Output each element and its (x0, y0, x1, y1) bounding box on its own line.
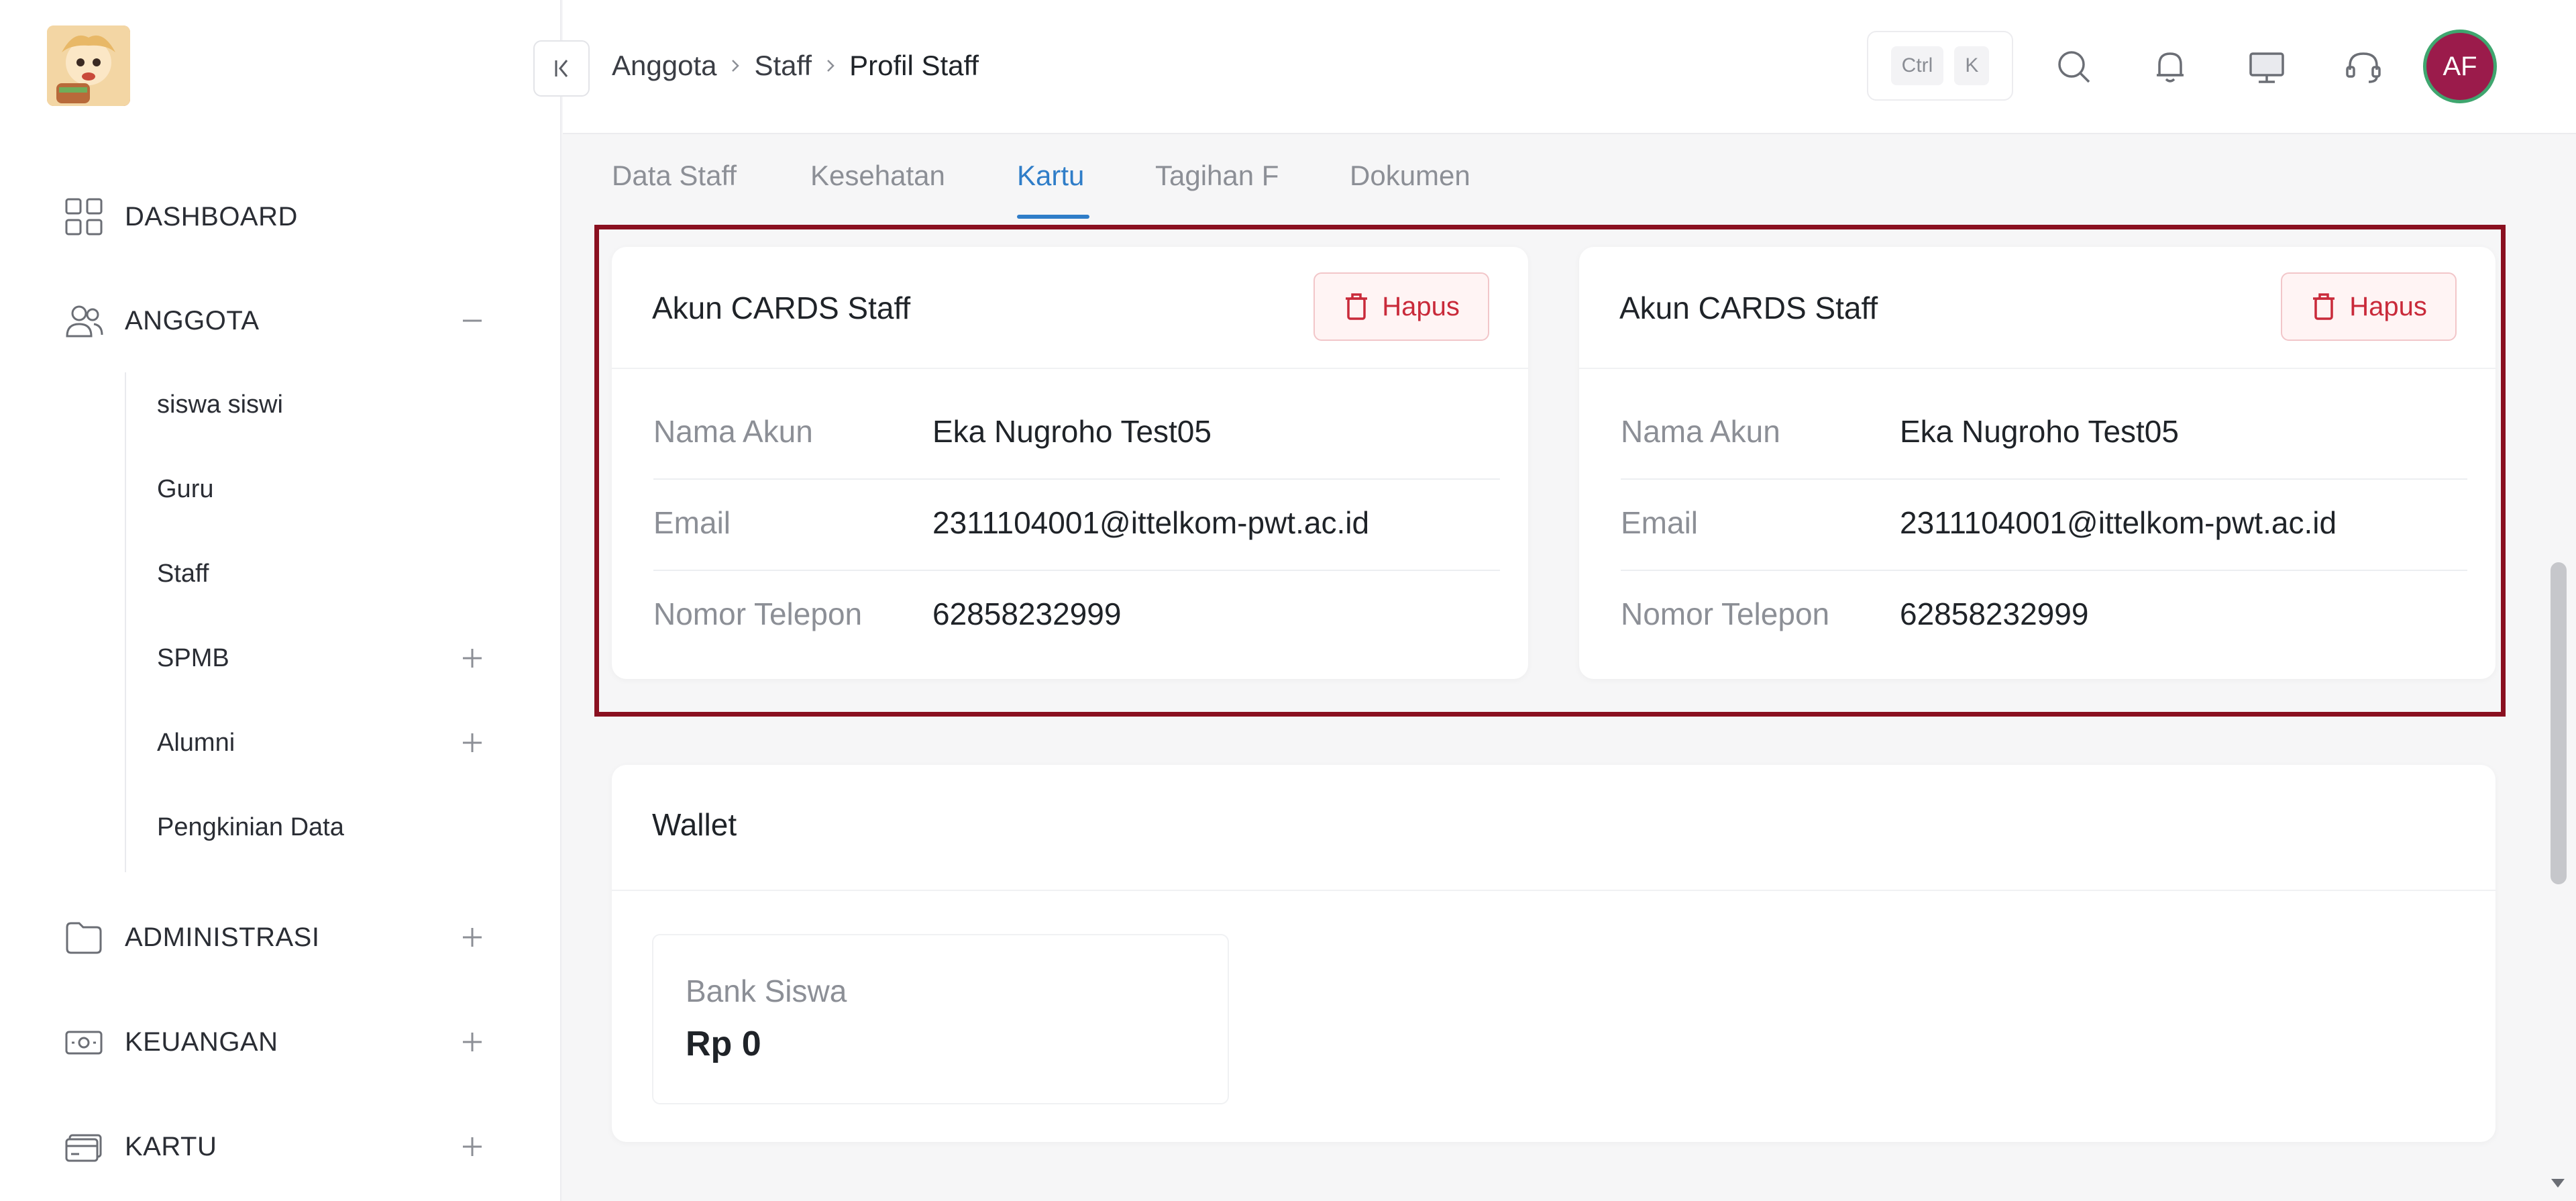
wallet-card: Wallet Bank Siswa Rp 0 (612, 765, 2496, 1142)
tab-dokumen[interactable]: Dokumen (1350, 142, 1470, 209)
sidebar-subitem-guru[interactable]: Guru (0, 456, 561, 523)
sidebar-item-kartu[interactable]: KARTU (0, 1113, 561, 1180)
collapse-left-icon (555, 60, 568, 77)
app-logo[interactable] (47, 25, 130, 106)
sidebar-subitem-spmb[interactable]: SPMB (0, 625, 561, 692)
sidebar-item-label: ANGGOTA (125, 305, 260, 335)
collapse-icon[interactable] (459, 307, 486, 334)
collapse-sidebar-button[interactable] (533, 40, 590, 97)
sidebar-subitem-label: Alumni (157, 728, 235, 757)
money-icon (64, 1023, 103, 1061)
tab-kartu[interactable]: Kartu (1017, 142, 1084, 209)
breadcrumb-profil-staff: Profil Staff (849, 50, 979, 81)
command-palette-shortcut[interactable]: Ctrl K (1867, 31, 2013, 101)
tab-tagihan-f[interactable]: Tagihan F (1155, 142, 1279, 209)
scroll-down-icon[interactable] (2548, 1173, 2568, 1193)
user-avatar[interactable]: AF (2423, 30, 2497, 103)
sidebar-subitem-label: Staff (157, 559, 209, 588)
shortcut-key-ctrl: Ctrl (1890, 46, 1944, 85)
tab-data-staff[interactable]: Data Staff (612, 142, 737, 209)
headset-icon[interactable] (2342, 46, 2385, 89)
sidebar-subitem-staff[interactable]: Staff (0, 540, 561, 607)
sidebar-subitem-pengkinian-data[interactable]: Pengkinian Data (0, 794, 561, 861)
active-tab-indicator (1017, 215, 1089, 219)
expand-icon[interactable] (459, 1029, 486, 1055)
expand-icon[interactable] (459, 645, 486, 672)
expand-icon[interactable] (459, 729, 486, 756)
sidebar-subitem-label: SPMB (157, 643, 229, 672)
grid-icon (64, 197, 103, 236)
sidebar-item-anggota[interactable]: ANGGOTA (0, 287, 561, 354)
bell-icon[interactable] (2149, 46, 2192, 89)
bank-balance-value: Rp 0 (686, 1025, 761, 1063)
card-icon (64, 1127, 103, 1166)
card-header-divider (612, 890, 2496, 891)
sidebar-subitem-label: siswa siswi (157, 390, 283, 419)
expand-icon[interactable] (459, 1133, 486, 1160)
sidebar-item-dashboard[interactable]: DASHBOARD (0, 183, 561, 250)
sidebar: DASHBOARD ANGGOTA siswa siswi Guru Staff… (0, 0, 561, 1201)
sidebar-subitem-siswa-siswi[interactable]: siswa siswi (0, 371, 561, 438)
users-icon (64, 301, 103, 340)
chevron-right-icon (716, 56, 754, 76)
sidebar-item-label: KEUANGAN (125, 1027, 278, 1057)
sidebar-item-administrasi[interactable]: ADMINISTRASI (0, 904, 561, 971)
sidebar-item-keuangan[interactable]: KEUANGAN (0, 1008, 561, 1076)
breadcrumb-anggota[interactable]: Anggota (612, 50, 716, 82)
expand-icon[interactable] (459, 924, 486, 951)
sidebar-subitem-label: Guru (157, 474, 214, 503)
breadcrumb: Anggota Staff Profil Staff (612, 46, 979, 86)
wallet-title: Wallet (652, 807, 737, 842)
search-icon[interactable] (2053, 46, 2096, 89)
chevron-right-icon (812, 56, 849, 76)
breadcrumb-staff[interactable]: Staff (754, 50, 812, 82)
folder-icon (64, 918, 103, 957)
sidebar-item-label: KARTU (125, 1131, 217, 1161)
sidebar-subitem-alumni[interactable]: Alumni (0, 709, 561, 776)
highlight-frame (594, 225, 2506, 717)
sidebar-subitem-label: Pengkinian Data (157, 813, 344, 841)
bank-label: Bank Siswa (686, 974, 847, 1008)
monitor-icon[interactable] (2245, 46, 2288, 89)
bank-balance-box: Bank Siswa Rp 0 (652, 934, 1229, 1104)
tab-kesehatan[interactable]: Kesehatan (810, 142, 945, 209)
sidebar-item-label: DASHBOARD (125, 201, 298, 231)
shortcut-key-k: K (1954, 46, 1990, 85)
scrollbar-thumb[interactable] (2551, 562, 2567, 884)
sidebar-item-label: ADMINISTRASI (125, 922, 320, 952)
